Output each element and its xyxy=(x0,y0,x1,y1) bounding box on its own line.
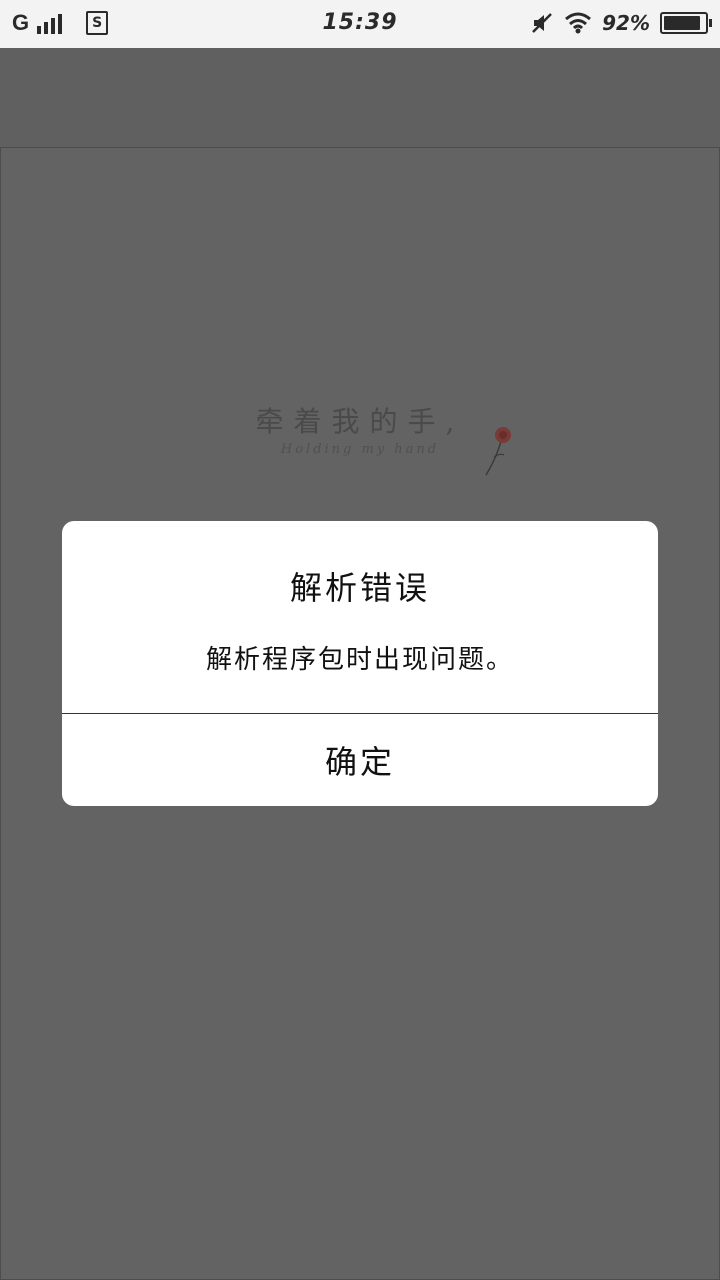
battery-fill xyxy=(664,16,701,30)
parse-error-dialog: 解析错误 解析程序包时出现问题。 确定 xyxy=(62,521,658,806)
mute-icon xyxy=(532,13,553,33)
battery-cap xyxy=(709,19,712,27)
wifi-icon xyxy=(565,12,592,34)
battery-icon xyxy=(660,12,712,34)
background-header xyxy=(0,48,720,148)
battery-percent: 92% xyxy=(602,11,650,35)
ok-button[interactable]: 确定 xyxy=(62,714,658,806)
background-title: 牵着我的手, xyxy=(255,405,465,438)
background-subtitle: Holding my hand xyxy=(280,442,440,457)
dialog-title: 解析错误 xyxy=(289,569,430,607)
status-bar: G S 15:39 92% xyxy=(0,0,720,48)
rose-icon xyxy=(485,427,511,476)
status-right: 92% xyxy=(530,11,712,35)
dialog-message: 解析程序包时出现问题。 xyxy=(205,645,514,675)
